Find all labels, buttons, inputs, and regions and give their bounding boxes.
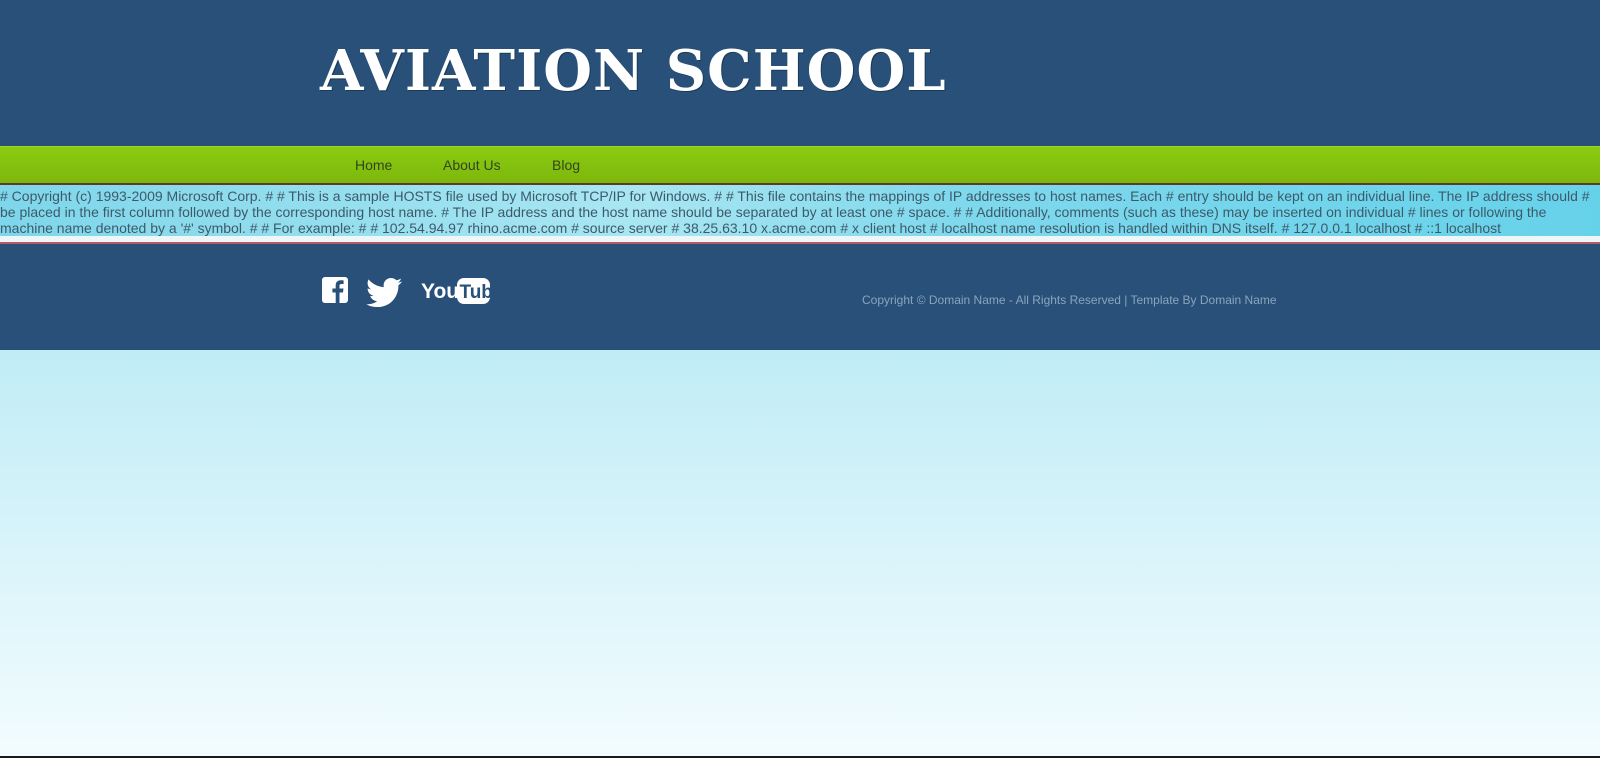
nav-item-about-us[interactable]: About Us (443, 147, 501, 183)
youtube-icon[interactable]: You Tube (421, 276, 503, 306)
content-divider (0, 236, 1600, 244)
svg-text:You: You (421, 280, 459, 303)
site-header: AVIATION SCHOOL (0, 0, 1600, 146)
copyright-text: Copyright © Domain Name - All Rights Res… (862, 293, 1277, 307)
site-footer: You Tube Copyright © Domain Name - All R… (0, 244, 1600, 350)
site-title[interactable]: AVIATION SCHOOL (320, 38, 947, 104)
main-nav: Home About Us Blog (0, 146, 1600, 185)
twitter-icon[interactable] (366, 277, 404, 307)
facebook-icon[interactable] (322, 277, 348, 303)
hosts-file-text: # Copyright (c) 1993-2009 Microsoft Corp… (0, 188, 1590, 236)
svg-text:Tube: Tube (460, 282, 494, 303)
main-content: # Copyright (c) 1993-2009 Microsoft Corp… (0, 185, 1600, 236)
nav-item-home[interactable]: Home (355, 147, 392, 183)
nav-item-blog[interactable]: Blog (552, 147, 580, 183)
